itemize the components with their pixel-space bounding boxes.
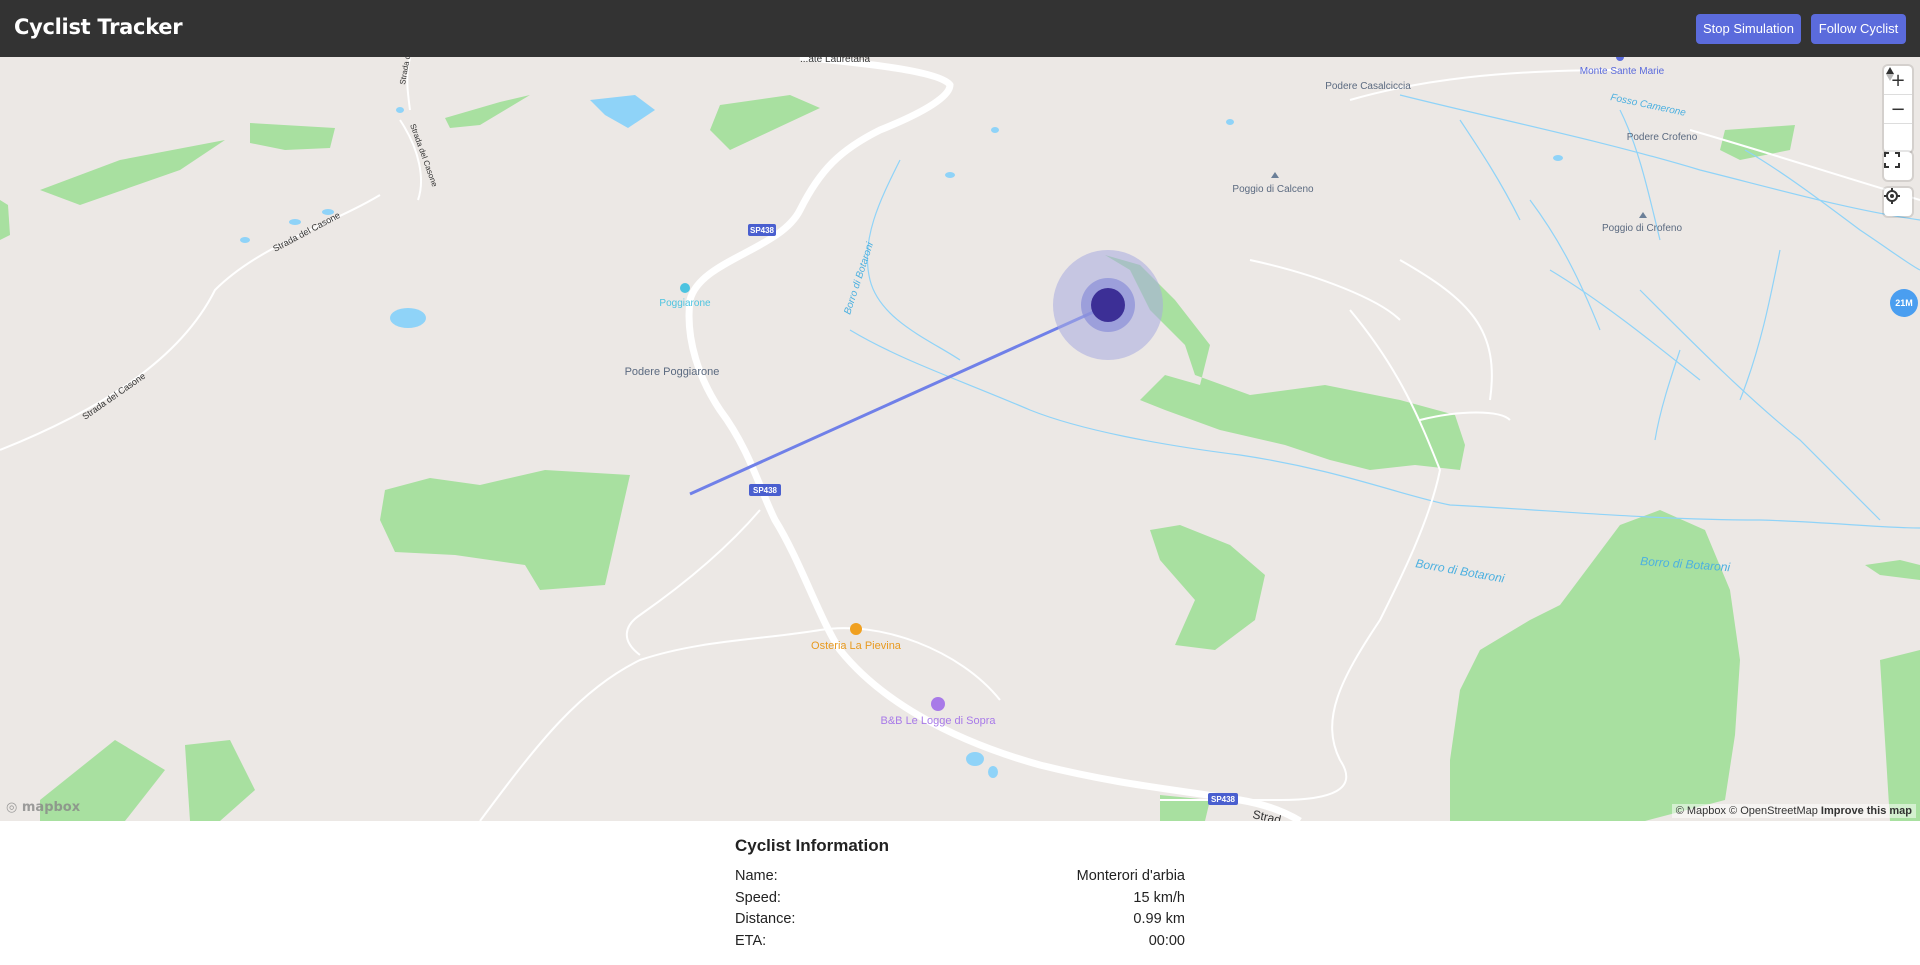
compass-button[interactable] [1884,67,1912,152]
top-bar: Cyclist Tracker Stop Simulation Follow C… [0,0,1920,57]
map-canvas: SP438 SP438 SP438 21M ...ate Lauretana P… [0,57,1920,821]
map[interactable]: SP438 SP438 SP438 21M ...ate Lauretana P… [0,57,1920,821]
place-label: Monte Sante Marie [1580,66,1665,77]
fullscreen-icon [1884,152,1900,168]
place-label: Poggio di Calceno [1232,184,1314,195]
geolocate-icon [1884,188,1900,204]
attribution-text[interactable]: © Mapbox © OpenStreetMap [1676,805,1818,817]
water-label: Borro di Botaroni [842,240,876,316]
map-attribution: © Mapbox © OpenStreetMap Improve this ma… [1671,804,1916,818]
geolocate-control [1884,188,1912,216]
main-road [685,57,1302,821]
mapbox-logo[interactable]: ◎ mapbox [6,800,80,815]
fullscreen-control [1884,152,1912,180]
mapbox-logo-icon: ◎ [6,800,18,815]
poggiarone-poi-icon[interactable] [680,283,690,293]
info-value: Monterori d'arbia [1076,868,1185,884]
place-label: Podere Poggiarone [625,366,720,378]
cyclist-marker[interactable] [1091,288,1125,322]
info-label: ETA: [735,932,767,949]
follow-cyclist-button[interactable]: Follow Cyclist [1811,14,1906,44]
route-badge-label: SP438 [753,486,778,495]
stop-simulation-button[interactable]: Stop Simulation [1696,14,1801,44]
info-value: 0.99 km [1133,911,1185,927]
water-label: Borro di Botaroni [1414,556,1505,585]
nearby-marker-label: 21M [1895,298,1913,308]
info-row-name: Name: Monterori d'arbia [735,866,1185,888]
improve-map-link[interactable]: Improve this map [1821,805,1912,817]
app-title: Cyclist Tracker [14,15,183,39]
zoom-out-button[interactable]: − [1884,94,1912,123]
place-label: Poggiarone [659,298,711,309]
info-label: Speed: [735,889,781,906]
road-label: Strada del Casone [80,371,147,422]
park-areas [0,95,1920,821]
road-label: Strada del Casone [271,210,342,254]
compass-icon [1886,67,1894,81]
info-row-distance: Distance: 0.99 km [735,909,1185,931]
info-row-eta: ETA: 00:00 [735,931,1185,953]
info-value: 15 km/h [1133,889,1185,906]
place-label: Podere Casalciccia [1325,81,1411,92]
fullscreen-button[interactable] [1884,152,1912,180]
geolocate-button[interactable] [1884,188,1912,216]
place-label: Osteria La Pievina [811,640,902,652]
place-label: Poggio di Crofeno [1602,223,1682,234]
info-label: Name: [735,868,778,884]
route-badge-label: SP438 [750,226,775,235]
road-label: Strada d... [398,57,413,85]
restaurant-poi-icon[interactable] [850,623,862,635]
place-label: B&B Le Logge di Sopra [881,715,997,727]
cyclist-info-title: Cyclist Information [735,836,889,855]
place-label: Podere Crofeno [1627,132,1698,143]
info-row-speed: Speed: 15 km/h [735,888,1185,910]
church-poi-icon[interactable] [1616,57,1624,61]
water-label: Fosso Camerone [1609,92,1687,119]
route-line [689,307,1101,496]
info-value: 00:00 [1148,932,1185,949]
info-label: Distance: [735,911,796,927]
peak-icon [1639,212,1647,218]
route-badge-label: SP438 [1211,795,1236,804]
road-label: Strada del Casone [408,123,439,189]
road-label: ...ate Lauretana [800,57,870,65]
lodging-poi-icon[interactable] [931,697,945,711]
cyclist-info-panel: Cyclist Information Name: Monterori d'ar… [735,836,1185,952]
peak-icon [1271,172,1279,178]
zoom-controls: + − [1884,66,1912,152]
